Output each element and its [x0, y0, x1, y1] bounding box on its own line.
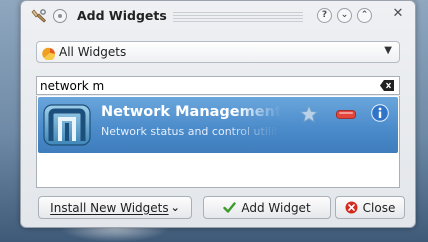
close-circle-icon — [345, 201, 358, 214]
title-bar[interactable]: Add Widgets ? ⌄ ⌃ ✕ — [21, 1, 415, 31]
window-title: Add Widgets — [77, 8, 167, 23]
close-button[interactable]: Close — [335, 196, 405, 219]
widget-category-icon — [42, 47, 56, 60]
desktop-background-glow — [60, 228, 170, 242]
remove-icon[interactable] — [336, 110, 356, 119]
pin-icon[interactable] — [53, 9, 67, 23]
widget-category-value: All Widgets — [59, 45, 127, 59]
widget-list[interactable]: Network Management Network status and co… — [36, 96, 400, 188]
network-management-icon — [43, 104, 91, 146]
add-widgets-dialog: Add Widgets ? ⌄ ⌃ ✕ All Widgets ▼ networ… — [20, 0, 416, 228]
info-icon[interactable] — [371, 104, 389, 122]
chevron-down-icon: ▼ — [384, 45, 392, 56]
add-widget-label: Add Widget — [241, 200, 311, 215]
widget-name: Network Management — [101, 104, 281, 120]
search-input[interactable] — [37, 77, 370, 94]
favorite-star-icon[interactable] — [300, 105, 318, 123]
widget-list-item[interactable]: Network Management Network status and co… — [38, 97, 398, 153]
checkmark-icon — [223, 202, 237, 213]
widget-category-select[interactable]: All Widgets ▼ — [36, 41, 400, 63]
title-bar-grip — [173, 12, 303, 22]
maximize-button[interactable]: ⌃ — [357, 8, 372, 23]
close-window-button[interactable]: ✕ — [391, 7, 405, 21]
clear-text-icon[interactable] — [380, 80, 394, 91]
help-button[interactable]: ? — [317, 8, 332, 23]
install-new-widgets-label: Install New Widgets — [50, 200, 169, 215]
install-new-widgets-button[interactable]: Install New Widgets ⌄ — [38, 196, 192, 219]
minimize-button[interactable]: ⌄ — [337, 8, 352, 23]
add-widget-button[interactable]: Add Widget — [203, 196, 331, 219]
close-label: Close — [362, 200, 396, 215]
chevron-down-icon: ⌄ — [170, 201, 180, 214]
wrench-icon[interactable] — [31, 8, 47, 24]
search-box — [36, 76, 400, 95]
widget-description: Network status and control utility — [101, 125, 279, 138]
